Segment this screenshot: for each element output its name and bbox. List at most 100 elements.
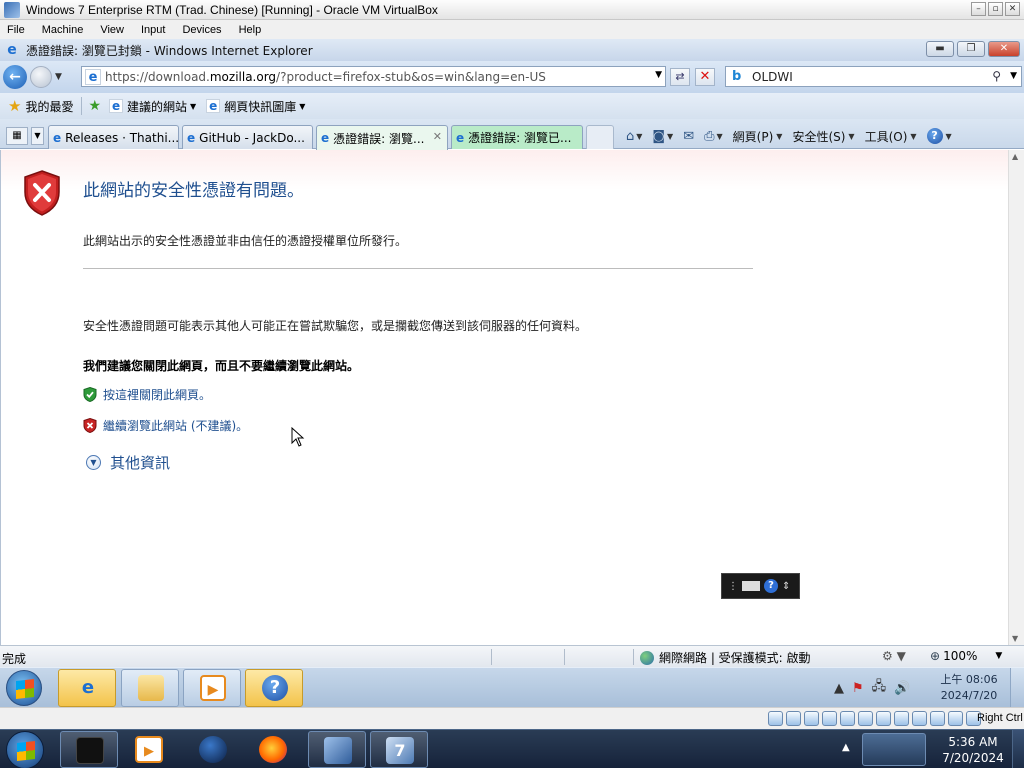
host-minimize-button[interactable]: –	[971, 2, 986, 16]
optical-drive-icon[interactable]	[786, 711, 801, 726]
show-hidden-icons-arrow[interactable]: ▲	[834, 681, 844, 696]
refresh-button[interactable]: ⇄	[670, 68, 690, 86]
host-restore-button[interactable]: ▫	[988, 2, 1003, 16]
menu-help[interactable]: Help	[239, 24, 262, 36]
usb-icon[interactable]	[840, 711, 855, 726]
search-box[interactable]: b OLDWI ⚲ ▼	[725, 66, 1022, 87]
host-clock[interactable]: 5:36 AM 7/20/2024	[940, 734, 1006, 766]
scroll-down-arrow-icon[interactable]: ▼	[1012, 634, 1018, 643]
help-icon[interactable]: ?	[926, 128, 943, 144]
shared-folders-icon[interactable]	[858, 711, 873, 726]
ie-close-button[interactable]: ✕	[988, 41, 1020, 57]
quick-tabs-button[interactable]: ▦	[6, 127, 28, 145]
language-bar-options-icon[interactable]: ⇕	[782, 581, 790, 592]
host-taskbar-globe-app[interactable]	[184, 731, 242, 768]
network-icon[interactable]: 🖧	[872, 677, 887, 699]
back-button[interactable]: ←	[3, 65, 27, 89]
help-icon[interactable]: ?	[764, 579, 778, 593]
tools-menu-button[interactable]: 工具(O)	[865, 128, 908, 145]
audio-icon[interactable]	[804, 711, 819, 726]
vertical-scrollbar[interactable]: ▲ ▼	[1008, 150, 1024, 645]
add-to-favorites-icon[interactable]: ★	[88, 98, 101, 114]
stop-button[interactable]: ✕	[695, 68, 715, 86]
taskbar-internet-explorer[interactable]: e	[58, 669, 116, 707]
chevron-down-icon[interactable]: ▼	[667, 132, 673, 141]
close-page-link[interactable]: 按這裡關閉此網頁。	[83, 386, 211, 403]
continue-to-website-link[interactable]: 繼續瀏覽此網站 (不建議)。	[83, 417, 248, 434]
host-start-button[interactable]	[6, 731, 44, 768]
favorites-button[interactable]: 我的最愛	[25, 98, 73, 115]
address-url[interactable]: https://download.mozilla.org/?product=fi…	[105, 70, 546, 84]
host-taskbar-vm-window[interactable]: 7	[370, 731, 428, 768]
video-capture-icon[interactable]	[894, 711, 909, 726]
host-show-desktop-button[interactable]	[1012, 730, 1024, 768]
host-show-hidden-icons-arrow[interactable]: ▲	[842, 742, 850, 753]
menu-input[interactable]: Input	[141, 24, 165, 36]
ie-minimize-button[interactable]: ▬	[926, 41, 954, 57]
menu-devices[interactable]: Devices	[182, 24, 221, 36]
guest-start-button[interactable]	[6, 670, 42, 706]
taskbar-media-player[interactable]: ▶	[183, 669, 241, 707]
host-clock-date: 7/20/2024	[942, 751, 1004, 765]
mouse-integration-icon[interactable]	[948, 711, 963, 726]
chevron-down-icon[interactable]: ▼	[946, 132, 952, 141]
home-icon[interactable]: ⌂	[626, 129, 634, 144]
address-dropdown-icon[interactable]: ▼	[655, 70, 662, 80]
keyboard-icon[interactable]	[742, 581, 760, 591]
taskbar-help[interactable]: ?	[245, 669, 303, 707]
feeds-icon[interactable]: ◙	[652, 129, 665, 144]
web-slice-gallery-label: 網頁快訊圖庫	[224, 99, 297, 114]
chevron-down-icon: ▼	[995, 651, 1003, 661]
tab-list-dropdown[interactable]: ▼	[31, 127, 44, 145]
expand-chevron-icon: ▼	[86, 455, 101, 470]
ie-restore-button[interactable]: ❐	[957, 41, 985, 57]
more-information-toggle[interactable]: ▼ 其他資訊	[86, 452, 170, 473]
menu-machine[interactable]: Machine	[42, 24, 84, 36]
network-adapter-icon[interactable]	[822, 711, 837, 726]
recent-pages-dropdown[interactable]: ▼	[55, 72, 62, 82]
vm-state-icon[interactable]	[912, 711, 927, 726]
close-page-link-label[interactable]: 按這裡關閉此網頁。	[103, 386, 211, 403]
address-bar[interactable]: e https://download.mozilla.org/?product=…	[81, 66, 666, 87]
suggested-sites-button[interactable]: e 建議的網站 ▼	[105, 98, 196, 115]
host-taskbar-media-player[interactable]: ▶	[120, 731, 178, 768]
guest-clock[interactable]: 上午 08:06 2024/7/20	[938, 672, 1000, 704]
tab-cert-error-active[interactable]: e 憑證錯誤: 瀏覽... ✕	[316, 125, 448, 150]
volume-icon[interactable]: 🔊	[894, 681, 910, 696]
host-taskbar-app[interactable]	[60, 731, 118, 768]
host-close-button[interactable]: ✕	[1005, 2, 1020, 16]
chevron-down-icon[interactable]: ▼	[717, 132, 723, 141]
hard-disk-icon[interactable]	[768, 711, 783, 726]
tab-releases[interactable]: e Releases · Thathi...	[48, 125, 179, 149]
host-taskbar-firefox[interactable]	[244, 731, 302, 768]
zoom-level-button[interactable]: ⊕ 100% ▼	[930, 649, 1002, 663]
protected-mode-icon[interactable]: ⚙ ▼	[882, 649, 906, 663]
print-icon[interactable]: ⎙	[704, 129, 714, 144]
action-center-flag-icon[interactable]: ⚑	[852, 681, 864, 696]
host-taskbar-virtualbox[interactable]	[308, 731, 366, 768]
forward-button[interactable]	[30, 66, 52, 88]
chevron-down-icon[interactable]: ▼	[636, 132, 642, 141]
continue-link-label[interactable]: 繼續瀏覽此網站 (不建議)。	[103, 417, 248, 434]
search-options-dropdown[interactable]: ▼	[1010, 71, 1017, 81]
guest-show-desktop-button[interactable]	[1010, 668, 1024, 707]
security-zone-indicator[interactable]: 網際網路 | 受保護模式: 啟動	[640, 649, 811, 666]
taskbar-windows-explorer[interactable]	[121, 669, 179, 707]
menu-file[interactable]: File	[7, 24, 25, 36]
close-tab-icon[interactable]: ✕	[433, 130, 442, 143]
scroll-up-arrow-icon[interactable]: ▲	[1012, 152, 1018, 161]
search-input[interactable]: OLDWI	[752, 70, 793, 84]
tab-cert-error[interactable]: e 憑證錯誤: 瀏覽已...	[451, 125, 583, 149]
mail-icon[interactable]: ✉	[683, 129, 694, 144]
host-tray-virtualbox-preview[interactable]	[862, 733, 926, 766]
new-tab-button[interactable]	[586, 125, 614, 149]
tab-github[interactable]: e GitHub - JackDo...	[182, 125, 313, 149]
safety-menu-button[interactable]: 安全性(S)	[792, 128, 845, 145]
search-icon[interactable]: ⚲	[992, 69, 1001, 83]
cpu-icon[interactable]	[930, 711, 945, 726]
page-menu-button[interactable]: 網頁(P)	[733, 128, 774, 145]
display-icon[interactable]	[876, 711, 891, 726]
language-bar[interactable]: ⋮ ? ⇕	[721, 573, 800, 599]
web-slice-gallery-button[interactable]: e 網頁快訊圖庫 ▼	[202, 98, 305, 115]
menu-view[interactable]: View	[100, 24, 124, 36]
